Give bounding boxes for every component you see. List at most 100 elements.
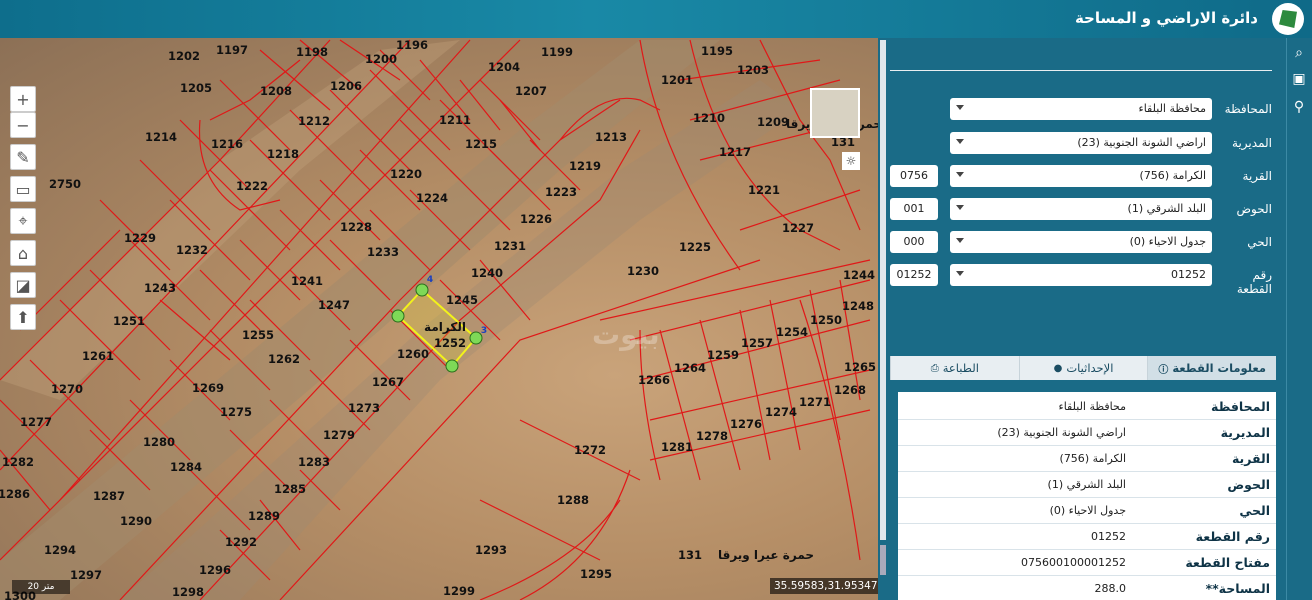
parcel-number-label[interactable]: 1278 bbox=[696, 429, 728, 443]
parcel-number-label[interactable]: 1231 bbox=[494, 239, 526, 253]
parcel-number-label[interactable]: 1254 bbox=[776, 325, 808, 339]
parcel-number-label[interactable]: 1271 bbox=[799, 395, 831, 409]
parcel-number-label[interactable]: 1261 bbox=[82, 349, 114, 363]
compass-north-icon[interactable]: ⬆ bbox=[10, 304, 36, 330]
location-pin-icon[interactable]: ⚲ bbox=[1290, 98, 1308, 116]
tab-print[interactable]: الطباعة ⎙ bbox=[890, 356, 1019, 380]
panel-scrollbar[interactable] bbox=[880, 40, 886, 540]
draw-pencil-icon[interactable]: ✎ bbox=[10, 144, 36, 170]
parcel-number-label[interactable]: 1247 bbox=[318, 298, 350, 312]
parcel-number-label[interactable]: 1206 bbox=[330, 79, 362, 93]
neighborhood-select[interactable]: جدول الاحياء (0) bbox=[950, 231, 1212, 253]
parcel-number-label[interactable]: 1264 bbox=[674, 361, 706, 375]
parcel-number-label[interactable]: 1228 bbox=[340, 220, 372, 234]
parcel-number-label[interactable]: 1273 bbox=[348, 401, 380, 415]
parcel-number-label[interactable]: 1270 bbox=[51, 382, 83, 396]
parcel-number-label[interactable]: 1209 bbox=[757, 115, 789, 129]
parcel-number-label[interactable]: 1214 bbox=[145, 130, 177, 144]
parcel-number-label[interactable]: 1289 bbox=[248, 509, 280, 523]
chart-icon[interactable]: ◪ bbox=[10, 272, 36, 298]
parcel-number-label[interactable]: 1210 bbox=[693, 111, 725, 125]
parcel-number-label[interactable]: 1224 bbox=[416, 191, 448, 205]
parcel-number-label[interactable]: 1268 bbox=[834, 383, 866, 397]
sun-brightness-icon[interactable]: ☼ bbox=[842, 152, 860, 170]
parcel-number-label[interactable]: 1201 bbox=[661, 73, 693, 87]
parcel-number-label[interactable]: 1207 bbox=[515, 84, 547, 98]
parcel-number-label[interactable]: 1227 bbox=[782, 221, 814, 235]
parcel-number-label[interactable]: 1212 bbox=[298, 114, 330, 128]
parcel-number-label[interactable]: 1230 bbox=[627, 264, 659, 278]
overview-minimap[interactable] bbox=[810, 88, 860, 138]
parcel-number-label[interactable]: 1226 bbox=[520, 212, 552, 226]
home-icon[interactable]: ⌂ bbox=[10, 240, 36, 266]
parcel-number-label[interactable]: 1269 bbox=[192, 381, 224, 395]
parcel-number-label[interactable]: 1220 bbox=[390, 167, 422, 181]
parcel-number-label[interactable]: 1277 bbox=[20, 415, 52, 429]
parcel-number-label[interactable]: 1222 bbox=[236, 179, 268, 193]
scrollbar-thumb[interactable] bbox=[880, 545, 886, 575]
parcel-number-label[interactable]: 1248 bbox=[842, 299, 874, 313]
parcel-number-label[interactable]: 1219 bbox=[569, 159, 601, 173]
parcel-number-label[interactable]: 1299 bbox=[443, 584, 475, 598]
parcel-number-label[interactable]: 1255 bbox=[242, 328, 274, 342]
parcel-number-label[interactable]: 1232 bbox=[176, 243, 208, 257]
basin-select[interactable]: البلد الشرقي (1) bbox=[950, 198, 1212, 220]
zoom-in-button[interactable]: + bbox=[10, 86, 36, 112]
parcel-number-label[interactable]: 1195 bbox=[701, 44, 733, 58]
parcel-number-label[interactable]: 1298 bbox=[172, 585, 204, 599]
parcel-number-label[interactable]: 1223 bbox=[545, 185, 577, 199]
parcel-number-label[interactable]: 1217 bbox=[719, 145, 751, 159]
parcel-number-label[interactable]: 1216 bbox=[211, 137, 243, 151]
parcel-number-label[interactable]: 1257 bbox=[741, 336, 773, 350]
parcel-number-label[interactable]: 1267 bbox=[372, 375, 404, 389]
search-icon[interactable]: ⌕ bbox=[1290, 44, 1308, 62]
parcel-number-label[interactable]: 1197 bbox=[216, 43, 248, 57]
parcel-number-label[interactable]: 1280 bbox=[143, 435, 175, 449]
parcel-number-label[interactable]: 1198 bbox=[296, 45, 328, 59]
parcel-number-label[interactable]: 1200 bbox=[365, 52, 397, 66]
parcel-number-label[interactable]: 1225 bbox=[679, 240, 711, 254]
parcel-number-label[interactable]: 1259 bbox=[707, 348, 739, 362]
parcel-number-label[interactable]: 1274 bbox=[765, 405, 797, 419]
parcel-number-label[interactable]: 1240 bbox=[471, 266, 503, 280]
parcel-number-label[interactable]: 1218 bbox=[267, 147, 299, 161]
parcel-number-label[interactable]: 1245 bbox=[446, 293, 478, 307]
parcel-number-label[interactable]: 1293 bbox=[475, 543, 507, 557]
parcel-number-label[interactable]: 1203 bbox=[737, 63, 769, 77]
parcel-number-label[interactable]: 1241 bbox=[291, 274, 323, 288]
parcel-number-label[interactable]: 1199 bbox=[541, 45, 573, 59]
parcel-number-label[interactable]: 1272 bbox=[574, 443, 606, 457]
parcel-number-label[interactable]: 1262 bbox=[268, 352, 300, 366]
parcel-number-label[interactable]: 1295 bbox=[580, 567, 612, 581]
parcel-number-label[interactable]: 1211 bbox=[439, 113, 471, 127]
parcel-number-label[interactable]: 1252 bbox=[434, 336, 466, 350]
parcel-number-label[interactable]: 1288 bbox=[557, 493, 589, 507]
parcel-number-label[interactable]: 1244 bbox=[843, 268, 875, 282]
locate-crosshair-icon[interactable]: ⌖ bbox=[10, 208, 36, 234]
parcel-number-label[interactable]: 1297 bbox=[70, 568, 102, 582]
parcel-number-label[interactable]: 1285 bbox=[274, 482, 306, 496]
parcel-number-label[interactable]: 1266 bbox=[638, 373, 670, 387]
parcel-number-label[interactable]: 1229 bbox=[124, 231, 156, 245]
parcel-number-label[interactable]: 1202 bbox=[168, 49, 200, 63]
parcel-number-label[interactable]: 1233 bbox=[367, 245, 399, 259]
tab-parcel-info[interactable]: معلومات القطعة ⓘ bbox=[1147, 356, 1277, 380]
parcel-number-label[interactable]: 1243 bbox=[144, 281, 176, 295]
parcel-number-label[interactable]: 1265 bbox=[844, 360, 876, 374]
parcel-number-label[interactable]: 1275 bbox=[220, 405, 252, 419]
parcel-code-input[interactable]: 01252 bbox=[890, 264, 938, 286]
parcel-number-label[interactable]: 1290 bbox=[120, 514, 152, 528]
camera-icon[interactable]: ▣ bbox=[1290, 70, 1308, 88]
neighborhood-code-input[interactable]: 000 bbox=[890, 231, 938, 253]
parcel-number-label[interactable]: 1294 bbox=[44, 543, 76, 557]
parcel-number-label[interactable]: 1283 bbox=[298, 455, 330, 469]
village-select[interactable]: الكرامة (756) bbox=[950, 165, 1212, 187]
basin-code-input[interactable]: 001 bbox=[890, 198, 938, 220]
governorate-select[interactable]: محافظة البلقاء bbox=[950, 98, 1212, 120]
parcel-number-label[interactable]: 1282 bbox=[2, 455, 34, 469]
parcel-number-label[interactable]: 1286 bbox=[0, 487, 30, 501]
parcel-number-label[interactable]: 1221 bbox=[748, 183, 780, 197]
directorate-select[interactable]: اراضي الشونة الجنوبية (23) bbox=[950, 132, 1212, 154]
parcel-number-label[interactable]: 1281 bbox=[661, 440, 693, 454]
tab-coordinates[interactable]: الإحداثيات ● bbox=[1018, 356, 1148, 380]
